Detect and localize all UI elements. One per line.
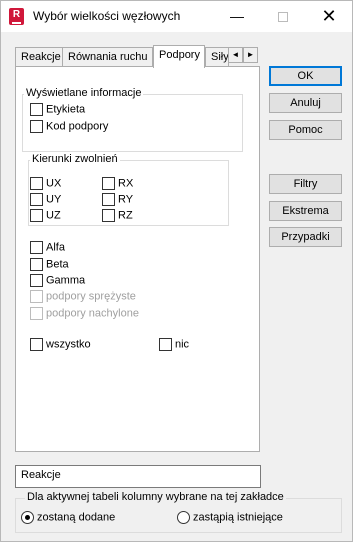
checkbox-alfa[interactable]: Alfa <box>30 241 65 255</box>
ok-button[interactable]: OK <box>269 66 342 86</box>
checkbox-uz[interactable]: UZ <box>30 209 61 223</box>
table-name-field[interactable]: Reakcje <box>15 465 261 488</box>
checkbox-rx[interactable]: RX <box>102 177 133 191</box>
maximize-button <box>260 1 306 32</box>
checkbox-beta[interactable]: Beta <box>30 258 69 272</box>
tab-podpory[interactable]: Podpory <box>153 45 205 68</box>
tab-panel-podpory: Wyświetlane informacje Etykieta Kod podp… <box>15 66 260 452</box>
close-icon: ✕ <box>321 6 337 26</box>
checkbox-ux[interactable]: UX <box>30 177 61 191</box>
checkbox-podpory-sprezyste: podpory sprężyste <box>30 290 136 304</box>
checkbox-podpory-nachylone: podpory nachylone <box>30 307 139 321</box>
radio-button[interactable] <box>177 511 190 524</box>
columns-option-title: Dla aktywnej tabeli kolumny wybrane na t… <box>25 491 286 503</box>
window-title: Wybór wielkości węzłowych <box>33 9 181 23</box>
dialog-window: R Wybór wielkości węzłowych — ✕ Reakcje … <box>0 0 353 542</box>
checkbox-box[interactable] <box>30 209 43 222</box>
minimize-icon: — <box>230 8 244 24</box>
checkbox-rz[interactable]: RZ <box>102 209 133 223</box>
checkbox-box[interactable] <box>30 258 43 271</box>
help-button[interactable]: Pomoc <box>269 120 342 140</box>
close-button[interactable]: ✕ <box>306 1 352 32</box>
maximize-icon <box>278 12 288 23</box>
checkbox-box[interactable] <box>30 103 43 116</box>
minimize-button[interactable]: — <box>214 1 260 32</box>
checkbox-box[interactable] <box>102 209 115 222</box>
checkbox-box[interactable] <box>30 274 43 287</box>
app-icon-letter: R <box>12 9 21 20</box>
displayed-info-title: Wyświetlane informacje <box>24 87 144 99</box>
checkbox-box <box>30 307 43 320</box>
tab-scroll-left-button[interactable]: ◄ <box>228 47 243 63</box>
filters-button[interactable]: Filtry <box>269 174 342 194</box>
checkbox-wszystko[interactable]: wszystko <box>30 338 91 352</box>
checkbox-box[interactable] <box>30 338 43 351</box>
radio-zostana-dodane[interactable]: zostaną dodane <box>21 511 115 524</box>
radio-button[interactable] <box>21 511 34 524</box>
checkbox-box[interactable] <box>102 193 115 206</box>
extremes-button[interactable]: Ekstrema <box>269 201 342 221</box>
checkbox-box[interactable] <box>30 193 43 206</box>
checkbox-etykieta[interactable]: Etykieta <box>30 103 85 117</box>
checkbox-box[interactable] <box>30 120 43 133</box>
checkbox-box[interactable] <box>30 241 43 254</box>
cases-button[interactable]: Przypadki <box>269 227 342 247</box>
checkbox-ry[interactable]: RY <box>102 193 133 207</box>
release-directions-title: Kierunki zwolnień <box>30 153 120 165</box>
tab-sily[interactable]: Siły <box>205 47 229 67</box>
checkbox-nic[interactable]: nic <box>159 338 189 352</box>
arrow-left-icon: ◄ <box>231 50 240 59</box>
title-bar[interactable]: R Wybór wielkości węzłowych — ✕ <box>1 1 352 32</box>
tab-rownania-ruchu[interactable]: Równania ruchu <box>62 47 153 67</box>
arrow-right-icon: ► <box>246 50 255 59</box>
cancel-button[interactable]: Anuluj <box>269 93 342 113</box>
tab-reakcje[interactable]: Reakcje <box>15 47 63 67</box>
checkbox-box[interactable] <box>30 177 43 190</box>
tab-strip: Reakcje Równania ruchu Podpory Siły ◄ ► <box>15 45 260 68</box>
checkbox-uy[interactable]: UY <box>30 193 61 207</box>
checkbox-box[interactable] <box>102 177 115 190</box>
robot-app-icon: R <box>9 8 24 25</box>
checkbox-gamma[interactable]: Gamma <box>30 274 85 288</box>
checkbox-box[interactable] <box>159 338 172 351</box>
tab-scroll-right-button[interactable]: ► <box>243 47 258 63</box>
checkbox-kod-podpory[interactable]: Kod podpory <box>30 120 108 134</box>
radio-zastapia-istniejace[interactable]: zastąpią istniejące <box>177 511 283 524</box>
checkbox-box <box>30 290 43 303</box>
